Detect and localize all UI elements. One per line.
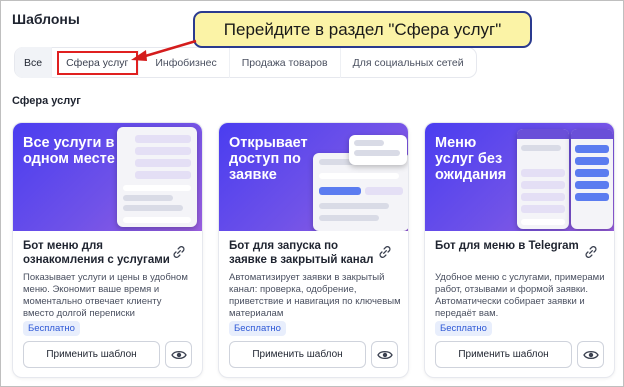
apply-template-button[interactable]: Применить шаблон — [435, 341, 572, 368]
link-icon[interactable] — [378, 245, 392, 259]
preview-button[interactable] — [577, 341, 604, 368]
section-title: Сфера услуг — [12, 95, 81, 107]
card-title: Бот для меню в Telegram — [435, 240, 579, 252]
instruction-callout: Перейдите в раздел "Сфера услуг" — [193, 11, 532, 48]
banner-text: Все услуги в одном месте — [23, 135, 115, 167]
apply-template-button[interactable]: Применить шаблон — [23, 341, 160, 368]
eye-icon — [170, 350, 187, 359]
menu-mockup — [571, 129, 613, 229]
template-card[interactable]: Меню услуг без ожидания Бот для меню в T… — [424, 122, 615, 378]
screen-frame: Шаблоны Все Сфера услуг Инфобизнес Прода… — [0, 0, 624, 387]
link-icon[interactable] — [172, 245, 186, 259]
eye-icon — [582, 350, 599, 359]
card-title: Бот для запуска по заявке в закрытый кан… — [229, 240, 374, 266]
eye-icon — [376, 350, 393, 359]
price-badge: Бесплатно — [229, 321, 286, 336]
callout-arrow-icon — [131, 39, 197, 61]
tab-product-sales[interactable]: Продажа товаров — [230, 47, 341, 78]
tab-all[interactable]: Все — [15, 47, 53, 78]
chat-mockup — [117, 127, 197, 227]
card-description: Показывает услуги и цены в удобном меню.… — [23, 272, 188, 319]
category-tabs: Все Сфера услуг Инфобизнес Продажа товар… — [14, 47, 477, 78]
page-title: Шаблоны — [12, 11, 80, 27]
chat-mockup — [517, 129, 569, 229]
template-card[interactable]: Все услуги в одном месте Бот меню для оз… — [12, 122, 203, 378]
card-description: Удобное меню с услугами, примерами работ… — [435, 272, 605, 319]
card-banner: Все услуги в одном месте — [13, 123, 202, 231]
price-badge: Бесплатно — [23, 321, 80, 336]
apply-template-button[interactable]: Применить шаблон — [229, 341, 366, 368]
card-title: Бот меню для ознакомления с услугами — [23, 240, 170, 266]
preview-button[interactable] — [371, 341, 398, 368]
card-banner: Меню услуг без ожидания — [425, 123, 614, 231]
card-description: Автоматизирует заявки в закрытый канал: … — [229, 272, 401, 319]
tab-services[interactable]: Сфера услуг — [56, 49, 140, 76]
template-card[interactable]: Открывает доступ по заявке Бот для запус… — [218, 122, 409, 378]
link-icon[interactable] — [584, 245, 598, 259]
banner-text: Меню услуг без ожидания — [435, 135, 507, 183]
tab-social-networks[interactable]: Для социальных сетей — [341, 47, 476, 78]
preview-button[interactable] — [165, 341, 192, 368]
card-banner: Открывает доступ по заявке — [219, 123, 408, 231]
popup-mockup — [349, 135, 407, 165]
price-badge: Бесплатно — [435, 321, 492, 336]
